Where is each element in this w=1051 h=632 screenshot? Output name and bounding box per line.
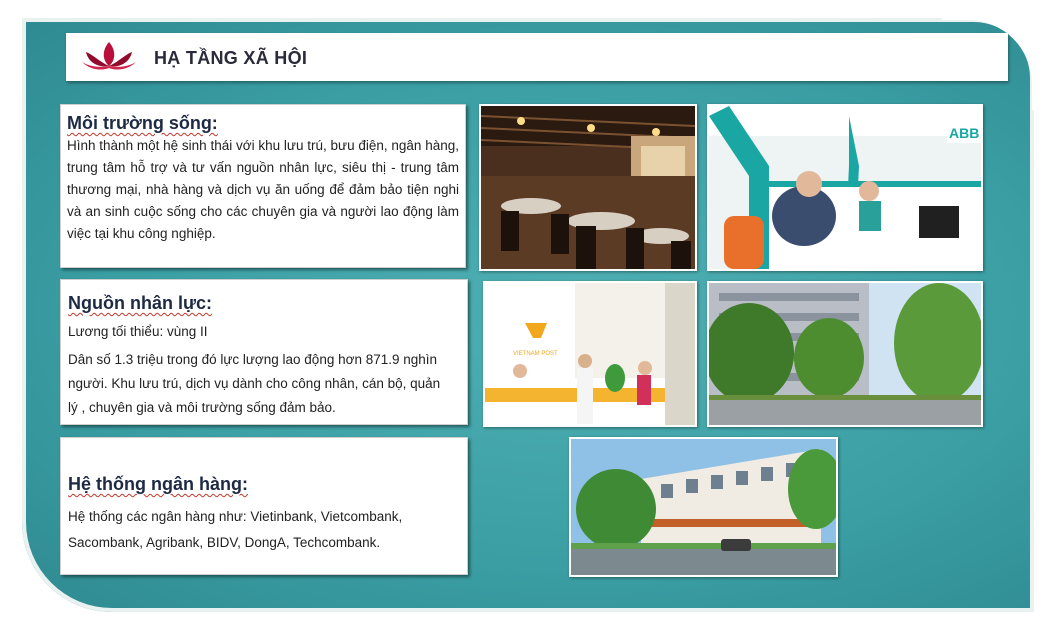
- labor-line1: Lương tối thiểu: vùng II: [68, 324, 208, 339]
- dormitory-photo: [707, 281, 983, 427]
- header-bar: HẠ TẦNG XÃ HỘI: [66, 33, 1008, 81]
- banking-heading: Hệ thống ngân hàng:: [68, 474, 248, 494]
- bank-sign-text: ABB: [949, 125, 979, 141]
- living-environment-box: Môi trường sống: Hình thành một hệ sinh …: [60, 104, 466, 268]
- page-title: HẠ TẦNG XÃ HỘI: [154, 48, 308, 68]
- post-office-photo: VIETNAM POST: [483, 281, 697, 427]
- banking-body: Hệ thống các ngân hàng như: Vietinbank, …: [68, 509, 403, 550]
- living-heading: Môi trường sống:: [67, 113, 218, 133]
- post-sign-text: VIETNAM POST: [513, 351, 558, 357]
- banking-box: Hệ thống ngân hàng: Hệ thống các ngân hà…: [60, 437, 468, 575]
- shophouse-photo: [569, 437, 838, 577]
- living-body: Hình thành một hệ sinh thái với khu lưu …: [67, 138, 459, 241]
- lotus-icon: [80, 40, 138, 72]
- labor-line2: Dân số 1.3 triệu trong đó lực lượng lao …: [68, 352, 441, 415]
- bank-counter-photo: ABB: [707, 104, 983, 271]
- labor-box: Nguồn nhân lực: Lương tối thiểu: vùng II…: [60, 279, 468, 425]
- restaurant-photo: [479, 104, 697, 271]
- labor-heading: Nguồn nhân lực:: [68, 293, 213, 313]
